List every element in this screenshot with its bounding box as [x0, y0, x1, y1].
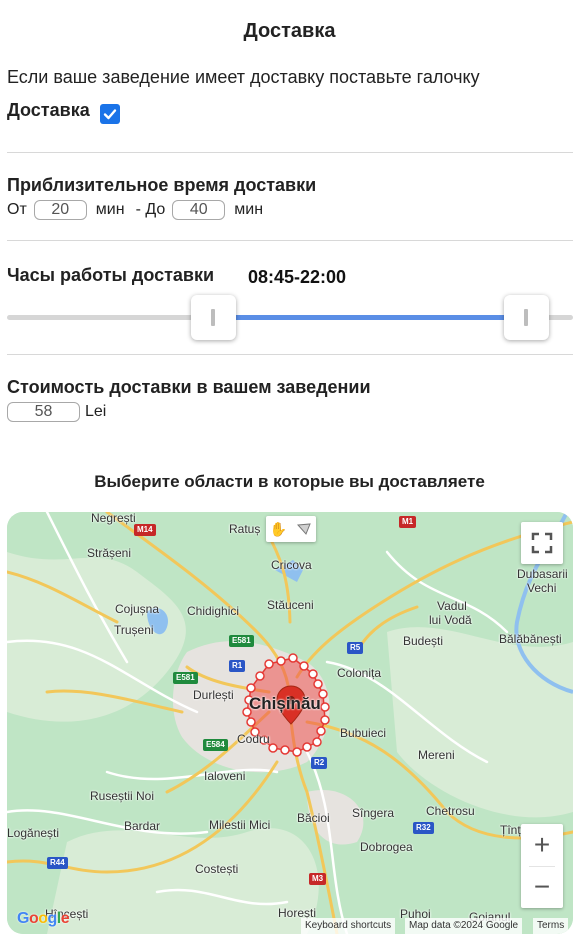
grip-icon: [524, 309, 528, 326]
terms-link[interactable]: Terms: [533, 918, 569, 934]
delivery-hours-value: 08:45-22:00: [248, 267, 347, 287]
map-label: Cojușna: [115, 602, 160, 616]
map-label: Vechi: [527, 581, 557, 595]
road-badge: R1: [229, 660, 246, 672]
approx-time-row: От 20 мин - До 40 мин: [7, 200, 263, 220]
road-badge: E581: [229, 635, 254, 647]
road-badge: E581: [173, 672, 198, 684]
delivery-cost-row: 58 Lei: [7, 402, 106, 422]
map-label: Milestii Mici: [209, 818, 271, 832]
map-label: Vadul: [437, 599, 467, 613]
from-label: От: [7, 201, 27, 218]
delivery-areas-title: Выберите области в которые вы доставляет…: [94, 472, 485, 491]
map-label: Negrești: [91, 512, 136, 525]
delivery-checkbox-label: Доставка: [7, 100, 90, 120]
map-label: Logănești: [7, 826, 60, 840]
map-label: Dobrogea: [360, 840, 413, 854]
delivery-cost-title: Стоимость доставки в вашем заведении: [7, 377, 371, 397]
delivery-hint: Если ваше заведение имеет доставку поста…: [7, 67, 480, 87]
map-label: Chetrosu: [426, 804, 475, 818]
to-label: - До: [135, 201, 166, 218]
minutes-unit-from: мин: [95, 201, 125, 218]
page-title: Доставка: [243, 20, 336, 42]
map-label-city: Chișinău: [249, 694, 321, 713]
map-label: Cricova: [271, 558, 312, 572]
currency-label: Lei: [85, 403, 107, 420]
grip-icon: [211, 309, 215, 326]
delivery-area-map[interactable]: Negrești Ratuș Strășeni Cricova Dubasari…: [7, 512, 573, 934]
road-badge: R44: [47, 857, 68, 869]
hand-pan-icon[interactable]: ✋: [266, 516, 291, 542]
map-tiles: [7, 512, 573, 934]
road-badge: E584: [203, 739, 228, 751]
approx-time-title: Приблизительное время доставки: [7, 175, 317, 195]
fullscreen-icon: [531, 532, 553, 554]
map-label: Codru: [237, 732, 270, 746]
road-badge: M3: [309, 873, 327, 885]
delivery-settings-page: Доставка Если ваше заведение имеет доста…: [0, 0, 579, 946]
delivery-cost-input[interactable]: 58: [7, 402, 80, 422]
minutes-unit-to: мин: [234, 201, 264, 218]
map-label: Ruseștii Noi: [90, 789, 155, 803]
map-label: Trușeni: [114, 623, 154, 637]
map-label: Chidighici: [187, 604, 240, 618]
map-data-attribution: Map data ©2024 Google: [405, 918, 523, 934]
time-from-input[interactable]: 20: [33, 200, 87, 220]
map-label: Stăuceni: [267, 598, 314, 612]
delivery-hours-title: Часы работы доставки: [7, 265, 215, 285]
map-label: Sîngera: [352, 806, 395, 820]
road-badge: R32: [413, 822, 434, 834]
zoom-controls: + −: [521, 824, 563, 908]
map-label: Băcioi: [297, 811, 330, 825]
map-label: Bardar: [124, 819, 161, 833]
time-to-input[interactable]: 40: [172, 200, 226, 220]
map-label: Strășeni: [87, 546, 132, 560]
map-label: Costești: [195, 862, 239, 876]
delivery-toggle-row: Доставка: [7, 100, 120, 124]
hours-slider-range: [214, 315, 527, 320]
map-label: Dubasarii: [517, 567, 568, 581]
road-badge: R2: [311, 757, 328, 769]
map-label: Durlești: [193, 688, 234, 702]
polygon-shape-icon: [296, 523, 311, 535]
fullscreen-button[interactable]: [521, 522, 563, 564]
hours-slider-end-handle[interactable]: [504, 295, 549, 340]
road-badge: R5: [347, 642, 364, 654]
delivery-checkbox[interactable]: [99, 103, 120, 124]
divider: [7, 240, 573, 241]
polygon-draw-icon[interactable]: [291, 516, 316, 542]
map-label: lui Vodă: [429, 613, 472, 627]
map-drawing-tools: ✋: [266, 516, 316, 542]
map-label: Ialoveni: [204, 769, 246, 783]
map-label: Colonița: [337, 666, 382, 680]
zoom-in-button[interactable]: +: [521, 824, 563, 866]
road-badge: M1: [399, 516, 417, 528]
road-badge: M14: [134, 524, 156, 536]
divider: [7, 152, 573, 153]
map-label: Budești: [403, 634, 444, 648]
map-label: Bubuieci: [340, 726, 387, 740]
map-label: Bălăbănești: [499, 632, 562, 646]
map-label: Mereni: [418, 748, 455, 762]
zoom-out-button[interactable]: −: [521, 866, 563, 908]
google-logo: Google: [17, 910, 70, 927]
keyboard-shortcuts-link[interactable]: Keyboard shortcuts: [301, 918, 396, 934]
hours-slider-start-handle[interactable]: [191, 295, 236, 340]
map-label: Ratuș: [229, 522, 261, 536]
check-icon: [103, 108, 116, 119]
divider: [7, 354, 573, 355]
